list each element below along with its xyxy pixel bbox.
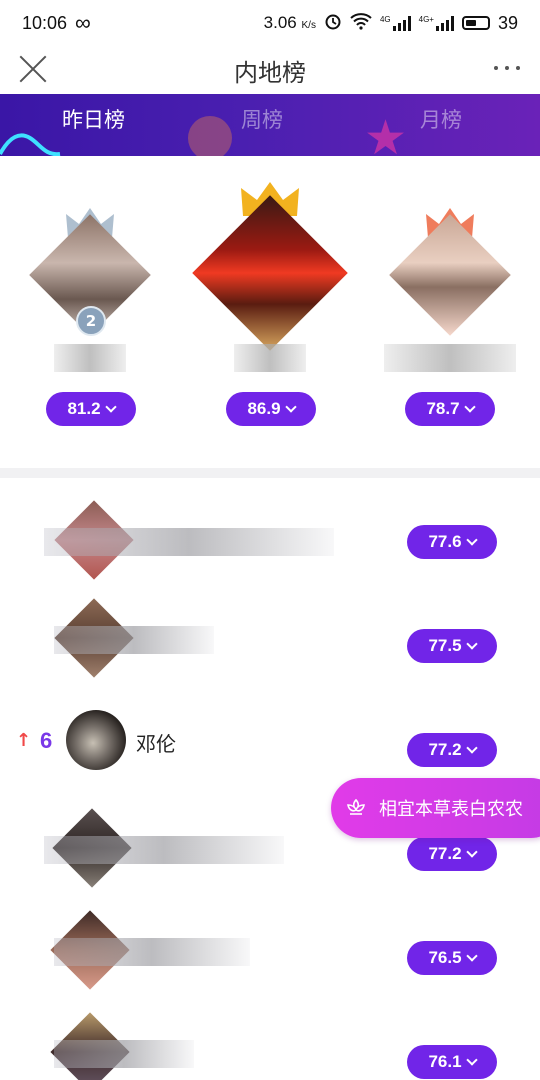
pixelated-content [6, 500, 336, 580]
score-button[interactable]: 86.9 [226, 392, 316, 426]
pixelated-content [6, 808, 286, 888]
score-button[interactable]: 81.2 [46, 392, 136, 426]
page-title: 内地榜 [234, 58, 306, 87]
podium-second[interactable]: 2 81.2 [10, 156, 170, 456]
score-button[interactable]: 77.2 [407, 837, 497, 871]
infinity-icon: ∞ [75, 10, 91, 35]
flower-icon [347, 798, 365, 815]
list-item[interactable]: 76.5 [0, 906, 540, 1010]
score-button[interactable]: 76.1 [407, 1045, 497, 1079]
score-button[interactable]: 77.5 [407, 629, 497, 663]
pixelated-content [16, 910, 252, 990]
trend-up-icon: ↑ [16, 730, 32, 751]
avatar[interactable] [66, 710, 126, 770]
more-icon[interactable] [494, 66, 520, 70]
network-speed: 3.06 K/s [263, 13, 316, 32]
promo-button[interactable]: 相宜本草表白农农 [331, 778, 540, 838]
artist-name: 邓伦 [136, 732, 176, 756]
list-item[interactable]: 77.6 [0, 490, 540, 594]
podium: 2 81.2 86.9 78.7 [0, 156, 540, 468]
score-button[interactable]: 77.2 [407, 733, 497, 767]
signal-icon-2: 4G+ [419, 15, 454, 31]
flame-decoration [178, 106, 242, 156]
score-button[interactable]: 78.7 [405, 392, 495, 426]
close-icon[interactable] [18, 54, 48, 84]
tab-bar: ★ 昨日榜 周榜 月榜 [0, 94, 540, 156]
tab-week[interactable]: 周榜 [241, 104, 283, 134]
pixelated-content [16, 598, 216, 678]
title-bar: 内地榜 [0, 46, 540, 94]
pixelated-content [16, 1012, 196, 1080]
name-pixelated [234, 344, 306, 372]
promo-label: 相宜本草表白农农 [379, 799, 523, 820]
list-item[interactable]: 76.1 [0, 1010, 540, 1080]
rank-number: 6 [40, 728, 53, 753]
alarm-icon [324, 12, 342, 35]
podium-first[interactable]: 86.9 [190, 156, 350, 456]
tab-month[interactable]: 月榜 [420, 104, 462, 134]
wifi-icon [350, 12, 372, 35]
section-divider [0, 468, 540, 478]
podium-third[interactable]: 78.7 [370, 156, 530, 456]
star-decoration: ★ [364, 110, 408, 156]
list-item[interactable]: 77.5 [0, 594, 540, 698]
signal-icon-1: 4G [380, 15, 411, 31]
battery-icon [461, 16, 490, 30]
avatar[interactable] [389, 214, 511, 336]
avatar[interactable] [192, 195, 348, 351]
clock: 10:06 [22, 12, 68, 33]
status-bar: 10:06 ∞ 3.06 K/s 4G 4G+ 39 [0, 0, 540, 46]
score-button[interactable]: 76.5 [407, 941, 497, 975]
score-button[interactable]: 77.6 [407, 525, 497, 559]
name-pixelated [384, 344, 516, 372]
tab-yesterday[interactable]: 昨日榜 [62, 104, 125, 134]
name-pixelated [54, 344, 126, 372]
battery-level: 39 [497, 12, 518, 33]
rank-badge: 2 [76, 306, 106, 336]
